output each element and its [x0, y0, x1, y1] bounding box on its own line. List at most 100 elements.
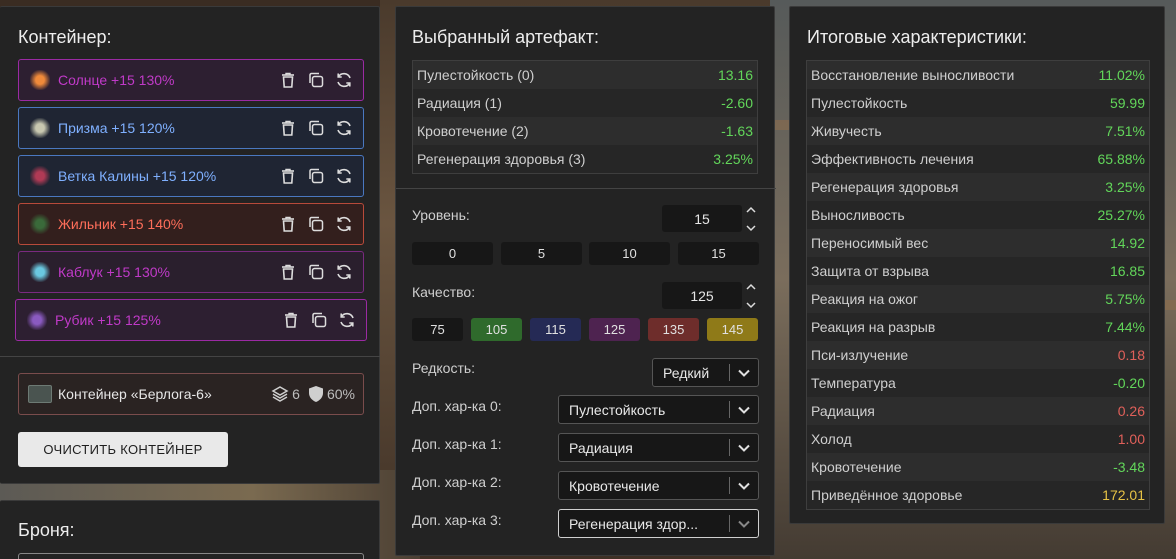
container-panel: Контейнер: Солнце +15 130% Призма +15 120… [0, 6, 380, 484]
swap-icon [337, 216, 351, 232]
stat-row: Холод 1.00 [807, 425, 1149, 453]
layers-icon [271, 386, 289, 402]
armor-select[interactable] [18, 553, 364, 559]
stat-value: 16.85 [1109, 263, 1145, 279]
stat-name: Переносимый вес [811, 235, 929, 251]
level-preset-button[interactable]: 15 [678, 242, 759, 265]
stat-row: Пулестойкость 59.99 [807, 89, 1149, 117]
armor-title: Броня: [18, 520, 75, 540]
stat-row: Пси-излучение 0.18 [807, 341, 1149, 369]
container-name: Контейнер «Берлога-6» [58, 386, 212, 402]
level-preset-button[interactable]: 0 [412, 242, 493, 265]
replace-button[interactable] [333, 261, 355, 283]
clear-container-button[interactable]: ОЧИСТИТЬ КОНТЕЙНЕР [18, 432, 228, 467]
remove-button[interactable] [277, 69, 299, 91]
stat-value: 0.18 [1117, 347, 1145, 363]
quality-preset-button[interactable]: 105 [471, 318, 522, 341]
duplicate-button[interactable] [305, 165, 327, 187]
summary-title: Итоговые характеристики: [807, 27, 1027, 47]
remove-button[interactable] [277, 213, 299, 235]
artifact-slot[interactable]: Призма +15 120% [18, 107, 364, 149]
duplicate-button[interactable] [305, 117, 327, 139]
artifact-slot[interactable]: Ветка Калины +15 120% [18, 155, 364, 197]
artifact-title: Выбранный артефакт: [412, 27, 599, 47]
quality-input[interactable]: 125 [662, 282, 742, 309]
quality-preset-button[interactable]: 135 [648, 318, 699, 341]
stat-value: 25.27% [1097, 207, 1145, 223]
quality-preset-button[interactable]: 145 [707, 318, 758, 341]
quality-stepper[interactable] [744, 283, 758, 309]
extra-stat-select[interactable]: Радиация [558, 433, 759, 462]
artifact-slot[interactable]: Рубик +15 125% [15, 299, 367, 341]
stat-value: 5.75% [1105, 291, 1145, 307]
copy-icon [309, 264, 324, 280]
stat-value: 3.25% [1105, 179, 1145, 195]
replace-button[interactable] [333, 165, 355, 187]
stat-name: Реакция на ожог [811, 291, 919, 307]
level-preset-button[interactable]: 10 [589, 242, 670, 265]
extra-stat-select[interactable]: Регенерация здор... [558, 509, 759, 538]
remove-button[interactable] [277, 165, 299, 187]
stat-value: 7.51% [1105, 123, 1145, 139]
replace-button[interactable] [333, 69, 355, 91]
chevron-up-icon[interactable] [746, 283, 756, 291]
quality-preset-button[interactable]: 75 [412, 318, 463, 341]
copy-icon [309, 120, 324, 136]
replace-button[interactable] [333, 117, 355, 139]
artifact-slot-label: Солнце +15 130% [58, 72, 175, 88]
artifact-slot-label: Рубик +15 125% [55, 312, 161, 328]
vein-icon [30, 214, 50, 234]
extra-stat-label: Доп. хар-ка 3: [412, 512, 502, 528]
rarity-select[interactable]: Редкий [652, 358, 759, 387]
duplicate-button[interactable] [308, 309, 330, 331]
stat-value: -3.48 [1113, 459, 1145, 475]
stat-row: Эффективность лечения 65.88% [807, 145, 1149, 173]
quality-preset-button[interactable]: 125 [589, 318, 640, 341]
level-preset-button[interactable]: 5 [501, 242, 582, 265]
container-card[interactable]: Контейнер «Берлога-6» 6 60% [18, 373, 364, 415]
chevron-up-icon[interactable] [746, 206, 756, 214]
artifact-slot-label: Призма +15 120% [58, 120, 175, 136]
stat-value: -1.63 [721, 123, 753, 139]
replace-button[interactable] [336, 309, 358, 331]
extra-stat-value: Пулестойкость [569, 401, 666, 418]
replace-button[interactable] [333, 213, 355, 235]
level-input[interactable]: 15 [662, 205, 742, 232]
branch-icon [30, 166, 50, 186]
stat-row: Температура -0.20 [807, 369, 1149, 397]
artifact-slot-label: Ветка Калины +15 120% [58, 168, 217, 184]
artifact-slot[interactable]: Каблук +15 130% [18, 251, 364, 293]
quality-preset-button[interactable]: 115 [530, 318, 581, 341]
duplicate-button[interactable] [305, 213, 327, 235]
container-slots: 6 [271, 385, 300, 403]
duplicate-button[interactable] [305, 69, 327, 91]
duplicate-button[interactable] [305, 261, 327, 283]
stat-name: Пулестойкость [811, 95, 908, 111]
stat-value: 1.00 [1117, 431, 1145, 447]
swap-icon [337, 72, 351, 88]
chevron-down-icon[interactable] [746, 301, 756, 309]
remove-button[interactable] [277, 117, 299, 139]
level-stepper[interactable] [744, 206, 758, 232]
stat-row: Восстановление выносливости 11.02% [807, 61, 1149, 89]
stat-name: Пулестойкость (0) [417, 67, 535, 83]
divider [0, 356, 380, 357]
chevron-down-icon[interactable] [746, 224, 756, 232]
rarity-label: Редкость: [412, 360, 476, 376]
extra-stat-select[interactable]: Пулестойкость [558, 395, 759, 424]
stat-name: Кровотечение [811, 459, 902, 475]
artifact-slot[interactable]: Жильник +15 140% [18, 203, 364, 245]
extra-stat-select[interactable]: Кровотечение [558, 471, 759, 500]
stat-row: Реакция на ожог 5.75% [807, 285, 1149, 313]
extra-stat-label: Доп. хар-ка 1: [412, 436, 502, 452]
shield-icon [308, 386, 323, 402]
remove-button[interactable] [277, 261, 299, 283]
chevron-down-icon [738, 369, 750, 377]
stat-row: Живучесть 7.51% [807, 117, 1149, 145]
artifact-slot[interactable]: Солнце +15 130% [18, 59, 364, 101]
stat-name: Реакция на разрыв [811, 319, 936, 335]
stat-row: Регенерация здоровья 3.25% [807, 173, 1149, 201]
remove-button[interactable] [280, 309, 302, 331]
trash-icon [282, 264, 294, 280]
stat-value: 11.02% [1098, 67, 1145, 83]
